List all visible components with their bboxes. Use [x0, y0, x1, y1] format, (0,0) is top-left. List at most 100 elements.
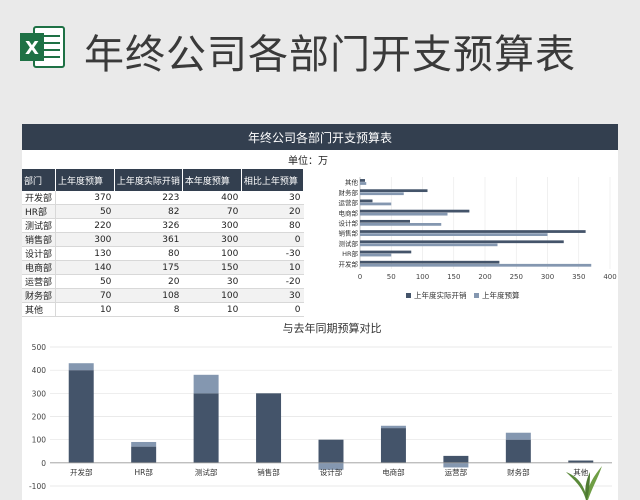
- bar: [360, 202, 392, 206]
- spreadsheet: 年终公司各部门开支预算表 单位：万 部门 上年度预算 上年度实际开销 本年度预算…: [22, 124, 618, 500]
- y-tick-label: 电商部: [339, 208, 359, 217]
- value-cell[interactable]: 30: [241, 191, 304, 205]
- bar: [360, 223, 442, 226]
- value-cell[interactable]: 30: [241, 288, 304, 303]
- y-tick-label: 300: [32, 389, 47, 398]
- bar: [360, 212, 448, 216]
- value-cell[interactable]: 370: [55, 191, 115, 205]
- x-tick-label: 250: [510, 273, 523, 281]
- excel-icon: X: [20, 26, 65, 68]
- x-tick-label: 50: [387, 273, 396, 281]
- value-cell[interactable]: 400: [182, 191, 242, 205]
- x-tick-label: 设计部: [320, 467, 343, 477]
- y-tick-label: 400: [32, 366, 47, 375]
- bar: [256, 393, 282, 463]
- column-header[interactable]: 相比上年预算: [241, 169, 305, 191]
- table-row: HR部 50 82 70 20: [22, 204, 304, 219]
- bar: [360, 253, 392, 257]
- column-header[interactable]: 上年度实际开销: [114, 169, 183, 191]
- department-cell[interactable]: 销售部: [22, 232, 57, 247]
- y-tick-label: 运营部: [339, 198, 359, 207]
- x-tick-label: 300: [541, 273, 554, 281]
- bar: [360, 230, 586, 233]
- bar: [360, 260, 500, 264]
- bar: [443, 455, 469, 463]
- bar: [360, 199, 373, 203]
- x-tick-label: 100: [416, 273, 429, 281]
- value-cell[interactable]: 150: [182, 260, 242, 275]
- value-cell[interactable]: 50: [55, 204, 115, 219]
- x-tick-label: HR部: [134, 467, 153, 477]
- value-cell[interactable]: 223: [114, 191, 183, 205]
- value-cell[interactable]: 80: [114, 246, 183, 261]
- banner: X 年终公司各部门开支预算表: [0, 0, 640, 100]
- bar: [360, 219, 410, 223]
- value-cell[interactable]: 30: [182, 274, 242, 289]
- column-header[interactable]: 上年度预算: [55, 169, 115, 191]
- department-cell[interactable]: 测试部: [22, 218, 57, 233]
- y-tick-label: 100: [32, 436, 47, 445]
- value-cell[interactable]: 220: [55, 218, 115, 233]
- table-row: 销售部 300 361 300 0: [22, 232, 304, 247]
- value-cell[interactable]: 70: [55, 288, 115, 303]
- value-cell[interactable]: 20: [114, 274, 183, 289]
- budget-table: 部门 上年度预算 上年度实际开销 本年度预算 相比上年预算 开发部 370 223 4…: [22, 169, 305, 317]
- bar: [443, 462, 469, 468]
- legend-label: 上年度实际开销: [414, 290, 467, 300]
- value-cell[interactable]: 82: [114, 204, 183, 219]
- y-tick-label: 财务部: [339, 188, 359, 197]
- department-cell[interactable]: 运营部: [22, 274, 57, 289]
- value-cell[interactable]: -20: [241, 274, 304, 289]
- department-cell[interactable]: 电商部: [22, 260, 57, 275]
- bar: [360, 240, 564, 244]
- value-cell[interactable]: 130: [55, 246, 115, 261]
- value-cell[interactable]: 300: [55, 232, 115, 247]
- x-tick-label: 运营部: [445, 467, 468, 477]
- sheet-header: 年终公司各部门开支预算表: [22, 124, 618, 150]
- horizontal-bar-chart: 0 50 100 150 200 250 300 350 400 开发部HR部测试部销售部设计部 电…: [339, 177, 617, 300]
- table-row: 财务部 70 108 100 30: [22, 288, 304, 303]
- value-cell[interactable]: 100: [182, 288, 242, 303]
- value-cell[interactable]: 140: [55, 260, 115, 275]
- svg-text:X: X: [25, 38, 39, 59]
- value-cell[interactable]: 326: [114, 218, 183, 233]
- value-cell[interactable]: -30: [241, 246, 304, 261]
- bar: [68, 370, 94, 463]
- department-cell[interactable]: HR部: [22, 204, 57, 219]
- department-cell[interactable]: 设计部: [22, 246, 57, 261]
- value-cell[interactable]: 20: [241, 204, 304, 219]
- x-tick-label: 电商部: [382, 467, 405, 477]
- x-tick-label: 0: [358, 273, 362, 281]
- bar: [360, 209, 470, 213]
- y-tick-label: 开发部: [339, 259, 359, 268]
- bar: [360, 192, 404, 196]
- y-tick-label: 销售部: [339, 229, 359, 238]
- value-cell[interactable]: 70: [182, 204, 242, 219]
- value-cell[interactable]: 0: [241, 232, 304, 247]
- bar: [360, 189, 428, 193]
- legend-swatch: [474, 293, 479, 298]
- legend-swatch: [406, 293, 411, 298]
- value-cell[interactable]: 361: [114, 232, 183, 247]
- column-header[interactable]: 本年度预算: [182, 169, 242, 191]
- x-tick-label: 350: [572, 273, 585, 281]
- value-cell[interactable]: 300: [182, 232, 242, 247]
- value-cell[interactable]: 300: [182, 218, 242, 233]
- value-cell[interactable]: 175: [114, 260, 183, 275]
- table-row: 电商部 140 175 150 10: [22, 260, 304, 275]
- department-cell[interactable]: 开发部: [22, 191, 57, 205]
- bar: [131, 446, 157, 463]
- value-cell[interactable]: 100: [182, 246, 242, 261]
- bar: [360, 233, 548, 236]
- y-tick-label: 500: [32, 343, 47, 352]
- y-tick-label: -100: [29, 482, 46, 491]
- value-cell[interactable]: 80: [241, 218, 304, 233]
- value-cell[interactable]: 108: [114, 288, 183, 303]
- y-tick-label: 0: [41, 459, 46, 468]
- value-cell[interactable]: 50: [55, 274, 115, 289]
- department-cell[interactable]: 财务部: [22, 288, 57, 303]
- column-header[interactable]: 部门: [22, 169, 57, 191]
- value-cell[interactable]: 10: [241, 260, 304, 275]
- x-tick-label: 测试部: [195, 467, 218, 477]
- table-row: 设计部 130 80 100 -30: [22, 246, 304, 261]
